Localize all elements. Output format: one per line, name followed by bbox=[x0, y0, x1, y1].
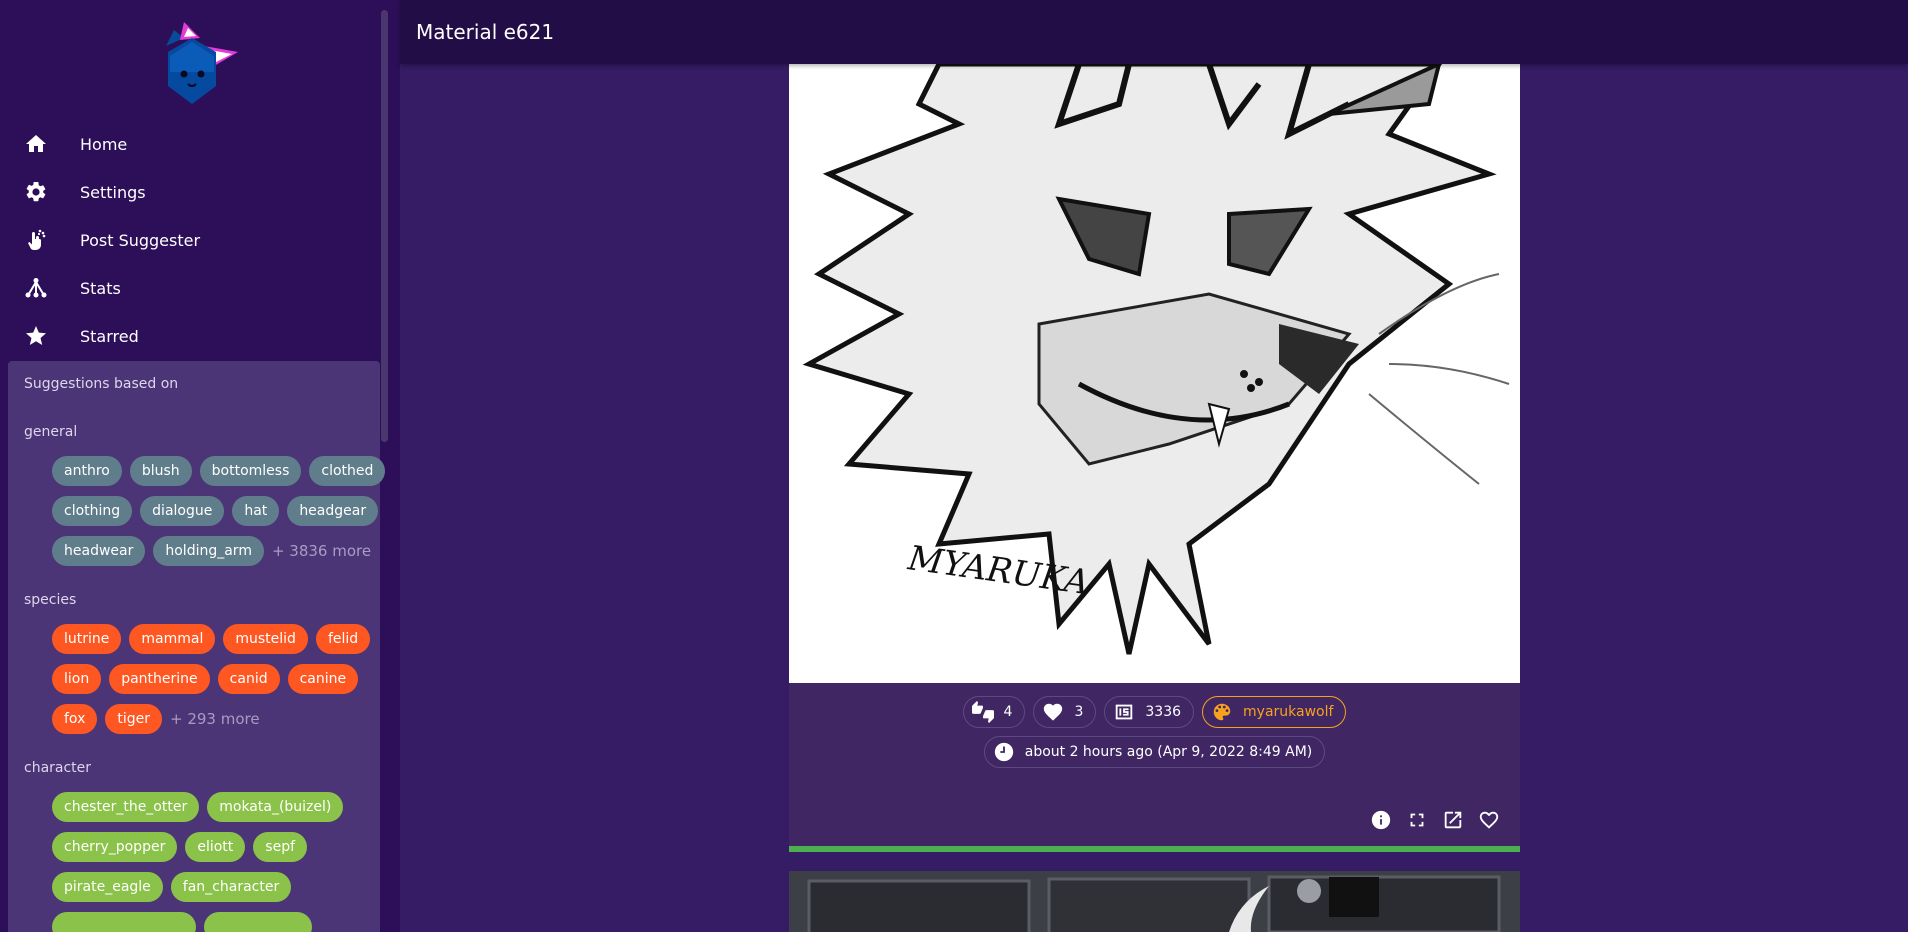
tag-chip[interactable]: canine bbox=[287, 664, 359, 694]
post-card: MYARUKA 4 3 3336 myarukawolf about 2 hou… bbox=[789, 64, 1520, 852]
tag-chip[interactable]: clothed bbox=[309, 456, 386, 486]
clock-icon bbox=[994, 742, 1013, 762]
next-post-preview[interactable] bbox=[789, 871, 1520, 932]
next-post-image bbox=[789, 871, 1520, 932]
tag-chip[interactable]: blush bbox=[129, 456, 192, 486]
info-icon bbox=[1371, 810, 1391, 830]
app-logo bbox=[166, 22, 238, 104]
tag-chip[interactable]: bottomless bbox=[199, 456, 302, 486]
heart-outline-icon bbox=[1479, 811, 1499, 829]
nav-item-starred[interactable]: Starred bbox=[0, 312, 380, 360]
palette-icon bbox=[1213, 703, 1231, 721]
thumbs-up-down-icon bbox=[971, 701, 994, 723]
main-nav: Home Settings Post Suggester Stats Starr… bbox=[0, 120, 380, 360]
star-icon bbox=[24, 324, 48, 348]
nav-item-post-suggester[interactable]: Post Suggester bbox=[0, 216, 380, 264]
score-chip[interactable]: 4 bbox=[962, 696, 1026, 728]
app-root: Home Settings Post Suggester Stats Starr… bbox=[0, 0, 1908, 932]
favorite-button[interactable] bbox=[1478, 809, 1500, 831]
id-card-icon bbox=[1116, 704, 1133, 720]
artist-name: myarukawolf bbox=[1243, 704, 1334, 720]
fullscreen-button[interactable] bbox=[1406, 809, 1428, 831]
tag-group-general: anthro blush bottomless clothed clothing… bbox=[52, 451, 386, 571]
graph-icon bbox=[24, 276, 48, 300]
open-external-button[interactable] bbox=[1442, 809, 1464, 831]
artist-chip[interactable]: myarukawolf bbox=[1202, 696, 1347, 728]
tag-chip-cutoff[interactable] bbox=[204, 912, 312, 932]
nav-item-label: Home bbox=[80, 134, 128, 154]
tag-group-label: character bbox=[24, 760, 92, 776]
tag-chip[interactable]: pirate_eagle bbox=[52, 872, 163, 902]
load-progress-bar bbox=[789, 846, 1520, 852]
touch-app-icon bbox=[24, 228, 48, 252]
tag-chip[interactable]: headwear bbox=[52, 536, 146, 566]
suggestions-title: Suggestions based on bbox=[24, 376, 179, 392]
tag-chip[interactable]: dialogue bbox=[140, 496, 225, 526]
post-id-chip[interactable]: 3336 bbox=[1104, 696, 1195, 728]
more-tags-link[interactable]: + 293 more bbox=[170, 710, 260, 728]
tag-chip[interactable]: pantherine bbox=[109, 664, 210, 694]
tag-chip[interactable]: cherry_popper bbox=[52, 832, 178, 862]
more-tags-link[interactable]: + 3836 more bbox=[272, 542, 371, 560]
artwork-illustration: MYARUKA bbox=[789, 64, 1520, 683]
tag-chip[interactable]: anthro bbox=[52, 456, 122, 486]
favorites-chip[interactable]: 3 bbox=[1033, 696, 1097, 728]
timestamp-text: about 2 hours ago (Apr 9, 2022 8:49 AM) bbox=[1024, 744, 1313, 760]
suggestions-panel: Suggestions based on general anthro blus… bbox=[8, 361, 386, 932]
tag-chip[interactable]: mammal bbox=[129, 624, 216, 654]
tag-chip-cutoff[interactable] bbox=[52, 912, 196, 932]
tag-chip[interactable]: clothing bbox=[52, 496, 133, 526]
top-app-bar: Material e621 bbox=[400, 0, 1908, 64]
nav-item-stats[interactable]: Stats bbox=[0, 264, 380, 312]
tag-group-label: species bbox=[24, 592, 77, 608]
timestamp-chip[interactable]: about 2 hours ago (Apr 9, 2022 8:49 AM) bbox=[983, 736, 1326, 768]
post-time-row: about 2 hours ago (Apr 9, 2022 8:49 AM) bbox=[789, 736, 1520, 768]
sidebar-scrollbar[interactable] bbox=[381, 10, 388, 442]
tag-chip[interactable]: fox bbox=[52, 704, 98, 734]
tag-chip[interactable]: canid bbox=[217, 664, 280, 694]
tag-chip[interactable]: felid bbox=[315, 624, 371, 654]
nav-item-label: Starred bbox=[80, 326, 139, 346]
score-value: 4 bbox=[1003, 704, 1013, 720]
load-progress-fill bbox=[789, 846, 1520, 852]
nav-item-label: Settings bbox=[80, 182, 146, 202]
tag-chip[interactable]: lion bbox=[52, 664, 102, 694]
nav-item-settings[interactable]: Settings bbox=[0, 168, 380, 216]
favorites-value: 3 bbox=[1074, 704, 1084, 720]
tag-group-label: general bbox=[24, 424, 78, 440]
info-button[interactable] bbox=[1370, 809, 1392, 831]
app-title: Material e621 bbox=[416, 20, 555, 44]
tag-chip[interactable]: headgear bbox=[287, 496, 379, 526]
open-external-icon bbox=[1444, 811, 1462, 829]
post-image[interactable]: MYARUKA bbox=[789, 64, 1520, 683]
post-actions bbox=[1370, 809, 1500, 831]
home-icon bbox=[24, 132, 48, 156]
nav-item-home[interactable]: Home bbox=[0, 120, 380, 168]
tag-chip[interactable]: eliott bbox=[185, 832, 246, 862]
tag-chip[interactable]: lutrine bbox=[52, 624, 122, 654]
post-stats-row: 4 3 3336 myarukawolf bbox=[789, 696, 1520, 728]
gear-icon bbox=[24, 180, 48, 204]
tag-group-character: chester_the_otter mokata_(buizel) cherry… bbox=[52, 787, 378, 932]
fullscreen-icon bbox=[1410, 813, 1424, 827]
tag-chip[interactable]: tiger bbox=[105, 704, 162, 734]
tag-group-species: lutrine mammal mustelid felid lion panth… bbox=[52, 619, 378, 739]
tag-chip[interactable]: chester_the_otter bbox=[52, 792, 200, 822]
post-id-value: 3336 bbox=[1145, 704, 1182, 720]
tag-chip[interactable]: fan_character bbox=[170, 872, 292, 902]
tag-chip[interactable]: sepf bbox=[253, 832, 308, 862]
tag-chip[interactable]: hat bbox=[232, 496, 280, 526]
tag-chip[interactable]: mokata_(buizel) bbox=[207, 792, 344, 822]
tag-chip[interactable]: holding_arm bbox=[153, 536, 264, 566]
heart-icon bbox=[1044, 703, 1063, 721]
tag-chip[interactable]: mustelid bbox=[223, 624, 308, 654]
nav-item-label: Post Suggester bbox=[80, 230, 201, 250]
sidebar: Home Settings Post Suggester Stats Starr… bbox=[0, 0, 400, 932]
nav-item-label: Stats bbox=[80, 278, 121, 298]
